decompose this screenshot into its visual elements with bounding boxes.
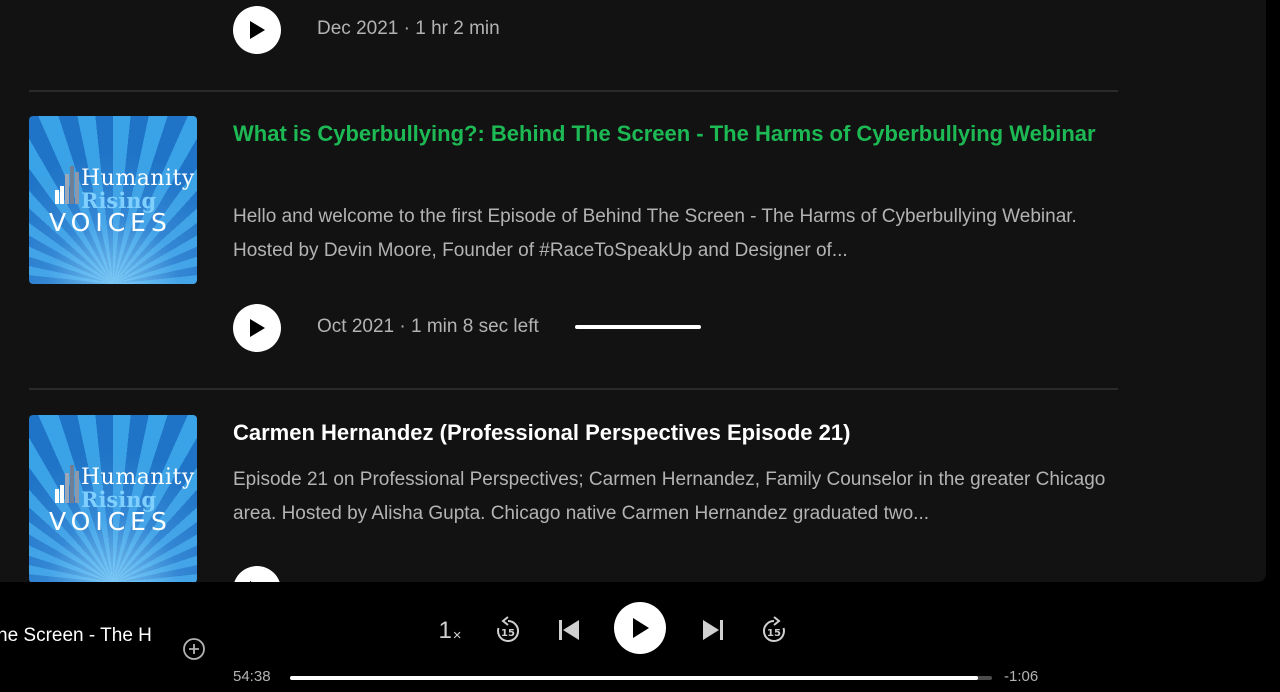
rewind-seconds-label: 15 xyxy=(501,628,515,639)
rewind-15-button[interactable]: 15 xyxy=(492,615,524,647)
raised-hands-logo-icon xyxy=(55,465,79,503)
episode-2-title[interactable]: What is Cyberbullying?: Behind The Scree… xyxy=(233,116,1113,152)
speed-unit: × xyxy=(452,626,462,644)
divider xyxy=(29,388,1118,390)
playback-progress-bar[interactable] xyxy=(290,676,992,680)
forward-15-icon: 15 xyxy=(762,616,785,642)
raised-hands-logo-icon xyxy=(55,166,79,204)
now-playing-title[interactable]: he Screen - The H xyxy=(0,625,162,647)
speed-value: 1 xyxy=(438,617,452,644)
skip-previous-icon xyxy=(559,620,579,640)
episode-3-artwork[interactable]: Humanity Rising VOICES xyxy=(29,415,197,582)
rewind-15-icon: 15 xyxy=(497,616,520,642)
episode-list-panel: Dec 2021 · 1 hr 2 min Humanity Rising VO… xyxy=(0,0,1266,582)
forward-seconds-label: 15 xyxy=(767,628,781,639)
episode-2-meta: Oct 2021 · 1 min 8 sec left xyxy=(317,316,539,337)
remaining-time: -1:06 xyxy=(1004,668,1039,685)
play-icon xyxy=(250,319,265,337)
episode-3-play-button[interactable] xyxy=(233,566,281,582)
episode-3-description: Episode 21 on Professional Perspectives;… xyxy=(233,469,1106,524)
elapsed-time: 54:38 xyxy=(233,668,271,685)
episode-3-title[interactable]: Carmen Hernandez (Professional Perspecti… xyxy=(233,415,1113,451)
artwork-text-voices: VOICES xyxy=(49,208,172,237)
episode-2-description: Hello and welcome to the first Episode o… xyxy=(233,206,1077,261)
play-icon xyxy=(250,21,265,39)
episode-2-artwork[interactable]: Humanity Rising VOICES xyxy=(29,116,197,284)
episode-2-play-button[interactable] xyxy=(233,304,281,352)
plus-circle-icon[interactable] xyxy=(182,637,206,661)
forward-15-button[interactable]: 15 xyxy=(758,615,790,647)
skip-next-icon xyxy=(703,620,723,640)
play-icon xyxy=(633,618,649,638)
playback-progress-fill xyxy=(290,676,978,680)
artwork-text-voices: VOICES xyxy=(49,507,172,536)
next-button[interactable] xyxy=(698,615,728,645)
episode-1-meta: Dec 2021 · 1 hr 2 min xyxy=(317,18,500,39)
previous-button[interactable] xyxy=(554,615,584,645)
playback-speed-button[interactable]: 1 × xyxy=(430,615,470,647)
episode-2-progress-bar xyxy=(575,325,701,329)
player-bar: he Screen - The H 1 × 15 15 54:38 -1:06 xyxy=(0,582,1280,692)
episode-1-play-button[interactable] xyxy=(233,6,281,54)
divider xyxy=(29,90,1118,92)
main-play-button[interactable] xyxy=(614,602,666,654)
scrollbar-track[interactable] xyxy=(1266,0,1280,582)
